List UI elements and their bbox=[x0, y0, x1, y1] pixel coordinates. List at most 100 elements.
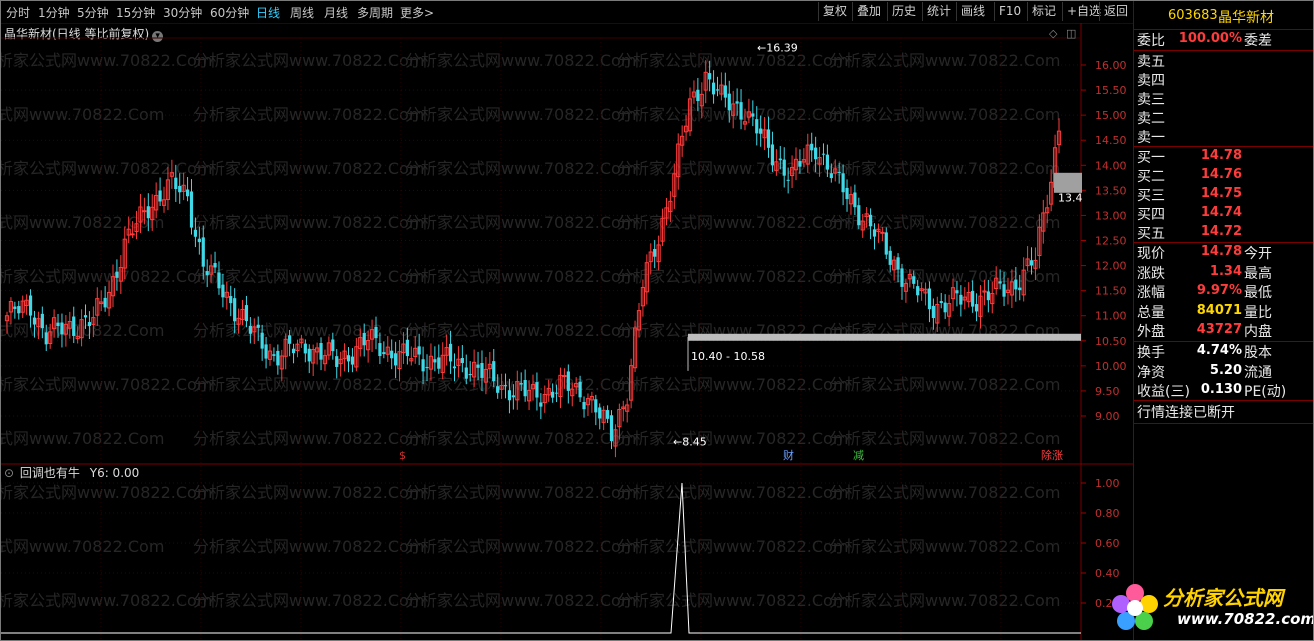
mark-button[interactable]: 标记 bbox=[1027, 2, 1060, 21]
f10-button[interactable]: F10 bbox=[994, 2, 1025, 21]
candle-body-down bbox=[146, 206, 150, 219]
candle-body-down bbox=[476, 364, 480, 368]
stat-row-0-label: 现价 bbox=[1137, 246, 1165, 262]
candle-body-down bbox=[437, 357, 441, 369]
stat-row-3: 总量 84071 量比 bbox=[1134, 302, 1313, 321]
candle-body-down bbox=[229, 296, 233, 304]
status-row: 行情连接已断开 bbox=[1134, 402, 1313, 421]
statistics-button[interactable]: 统计 bbox=[922, 2, 955, 21]
candle-body-down bbox=[213, 263, 217, 268]
buy-level-1: 买一 14.78 bbox=[1134, 147, 1313, 166]
fuquan-button[interactable]: 复权 bbox=[818, 2, 851, 21]
candle-body-down bbox=[609, 415, 614, 442]
buy-level-2-label: 买二 bbox=[1137, 169, 1165, 185]
sell-level-2: 卖二 bbox=[1134, 108, 1313, 127]
candle-body-down bbox=[554, 392, 559, 394]
event-marker: 减 bbox=[853, 449, 864, 462]
candle-body-down bbox=[174, 177, 178, 190]
period-tab-fenshi[interactable]: 分时 bbox=[6, 4, 30, 21]
sell-level-2-label: 卖二 bbox=[1137, 111, 1165, 127]
candle-body-down bbox=[87, 322, 92, 327]
stat-row-2: 涨幅 9.97% 最低 bbox=[1134, 282, 1313, 301]
y-tick-label: 12.50 bbox=[1095, 235, 1127, 248]
period-tab-1min[interactable]: 1分钟 bbox=[38, 4, 70, 21]
kline-chart[interactable]: 16.00 15.50 15.00 14.50 14.00 13.50 13.00 12.50… bbox=[1, 23, 1133, 641]
fund-row-1: 净资 5.20 流通 bbox=[1134, 362, 1313, 381]
indicator-tick-label: 1.00 bbox=[1095, 477, 1120, 490]
candle-body-down bbox=[535, 382, 539, 398]
candle-body-down bbox=[582, 402, 586, 410]
period-tab-5min[interactable]: 5分钟 bbox=[77, 4, 109, 21]
sell-level-4: 卖四 bbox=[1134, 70, 1313, 89]
period-tab-60min[interactable]: 60分钟 bbox=[210, 4, 249, 21]
candle-body-down bbox=[346, 355, 351, 362]
candle-body-down bbox=[551, 391, 555, 398]
candle-body-down bbox=[248, 325, 252, 334]
range-label: 10.40 - 10.58 bbox=[691, 350, 765, 363]
sell-level-1-label: 卖一 bbox=[1137, 130, 1165, 146]
candle-body-down bbox=[480, 363, 484, 378]
candle-body-down bbox=[766, 129, 771, 148]
candle-body-down bbox=[810, 143, 814, 151]
stock-header: 603683 晶华新材 bbox=[1134, 1, 1313, 30]
candle-body-down bbox=[44, 332, 48, 345]
candle-body-down bbox=[1029, 260, 1034, 266]
period-tab-monthly[interactable]: 月线 bbox=[324, 4, 348, 21]
candle-body-down bbox=[955, 290, 959, 294]
candle-body-down bbox=[759, 128, 763, 134]
candle-body-down bbox=[405, 339, 409, 357]
y-tick-label: 12.00 bbox=[1095, 260, 1127, 273]
period-tab-15min[interactable]: 15分钟 bbox=[116, 4, 155, 21]
draw-line-button[interactable]: 画线 bbox=[956, 2, 989, 21]
indicator-title[interactable]: ⊙ 回调也有牛 Y6: 0.00 bbox=[4, 464, 139, 481]
buy-level-5: 买五 14.72 bbox=[1134, 223, 1313, 242]
candle-body-down bbox=[523, 380, 527, 397]
candle-body-down bbox=[17, 306, 21, 314]
stat-row-4: 外盘 43727 内盘 bbox=[1134, 321, 1313, 340]
candle-body-down bbox=[28, 295, 33, 316]
candle-body-down bbox=[394, 353, 398, 366]
period-tab-30min[interactable]: 30分钟 bbox=[163, 4, 202, 21]
candle-body-down bbox=[798, 161, 802, 167]
fund-row-1-value: 5.20 bbox=[1209, 362, 1242, 378]
candle-body-down bbox=[335, 356, 339, 367]
period-tab-more[interactable]: 更多> bbox=[400, 4, 434, 21]
candle-body-down bbox=[362, 332, 366, 346]
candle-body-down bbox=[755, 119, 759, 134]
period-tab-daily[interactable]: 日线 bbox=[256, 4, 280, 21]
candle-body-down bbox=[853, 192, 857, 208]
y-tick-label: 16.00 bbox=[1095, 59, 1127, 72]
y-tick-label: 13.50 bbox=[1095, 184, 1127, 197]
candle-body-down bbox=[751, 113, 755, 117]
period-tab-multi[interactable]: 多周期 bbox=[357, 4, 393, 21]
candle-body-down bbox=[503, 385, 508, 387]
candle-body-down bbox=[448, 343, 453, 362]
y-tick-label: 15.50 bbox=[1095, 84, 1127, 97]
candle-body-down bbox=[378, 343, 382, 357]
candle-body-down bbox=[390, 350, 394, 359]
candle-body-down bbox=[594, 399, 598, 413]
candle-body-down bbox=[715, 89, 720, 91]
history-button[interactable]: 历史 bbox=[887, 2, 920, 21]
candle-body-down bbox=[959, 294, 963, 305]
period-tab-weekly[interactable]: 周线 bbox=[290, 4, 314, 21]
event-marker: $ bbox=[399, 449, 406, 462]
candle-body-down bbox=[291, 348, 296, 354]
stock-terminal-window: 分时 1分钟 5分钟 15分钟 30分钟 60分钟 日线 周线 月线 多周期 更… bbox=[0, 0, 1314, 641]
candle-body-down bbox=[770, 144, 775, 166]
range-highlight-bar bbox=[688, 333, 1081, 341]
candle-body-down bbox=[303, 343, 307, 354]
sell-level-5-label: 卖五 bbox=[1137, 54, 1165, 70]
candle-body-down bbox=[578, 381, 582, 398]
overlay-button[interactable]: 叠加 bbox=[852, 2, 885, 21]
candle-body-down bbox=[888, 250, 892, 265]
period-toolbar: 分时 1分钟 5分钟 15分钟 30分钟 60分钟 日线 周线 月线 多周期 更… bbox=[1, 1, 1133, 24]
indicator-tick-label: 0.60 bbox=[1095, 537, 1120, 550]
fund-row-0-label: 换手 bbox=[1137, 345, 1165, 361]
gear-icon[interactable]: ⊙ bbox=[4, 466, 14, 480]
back-button[interactable]: 返回 bbox=[1099, 2, 1132, 21]
fund-row-1-label: 净资 bbox=[1137, 364, 1165, 381]
candle-body-down bbox=[507, 390, 512, 401]
candle-body-down bbox=[496, 386, 500, 393]
divider bbox=[1134, 423, 1313, 424]
